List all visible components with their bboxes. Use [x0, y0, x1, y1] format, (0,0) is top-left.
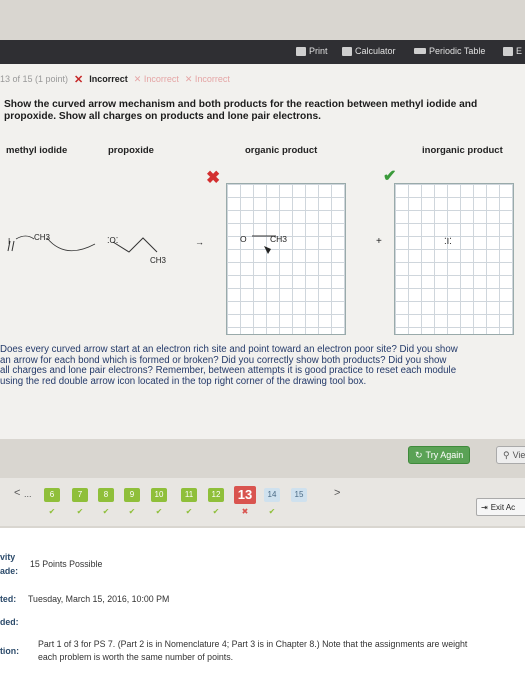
attempt-status: 13 of 15 (1 point) ✕ Incorrect ✕ Incorre… [0, 72, 230, 86]
instructions-label: tion: [0, 646, 20, 656]
page-8[interactable]: 8 [98, 488, 114, 502]
grade-label: ade: [0, 566, 19, 576]
column-propoxide: propoxide [108, 145, 154, 156]
printer-icon [296, 46, 306, 56]
page-14[interactable]: 14 [264, 488, 280, 502]
previous-attempt-2: ✕ Incorrect [133, 73, 179, 84]
periodic-table-label: Periodic Table [429, 46, 486, 56]
exit-label: Exit Ac [490, 502, 516, 512]
plus-sign: + [376, 236, 382, 247]
instructions-line-1: Part 1 of 3 for PS 7. (Part 2 is in Nome… [38, 639, 468, 649]
activity-info: vity 15 Points Possible ade: ted: Tuesda… [0, 528, 525, 700]
periodic-table-button[interactable]: Periodic Table [414, 46, 485, 56]
next-page-button[interactable]: > [334, 487, 340, 499]
exit-icon: ⇥ [481, 502, 488, 512]
check-icon: ✔ [102, 507, 110, 516]
calculator-icon [342, 46, 352, 56]
check-icon: ✔ [155, 507, 163, 516]
column-inorganic-product: inorganic product [422, 145, 503, 156]
view-label: View [512, 450, 525, 460]
pager-ellipsis: ... [24, 489, 32, 499]
incorrect-x-icon: ✕ [74, 73, 84, 86]
inorganic-drawing-area[interactable] [394, 183, 514, 335]
print-label: Print [309, 46, 328, 56]
due-label: ted: [0, 594, 17, 604]
question-text: Show the curved arrow mechanism and both… [4, 99, 478, 122]
calculator-button[interactable]: Calculator [342, 46, 396, 56]
ebook-icon [503, 46, 513, 56]
try-again-button[interactable]: ↻ Try Again [408, 446, 471, 464]
try-again-label: Try Again [425, 450, 464, 460]
bond-line [252, 235, 276, 254]
page-11[interactable]: 11 [181, 488, 197, 502]
page-6[interactable]: 6 [44, 488, 60, 502]
page-7[interactable]: 7 [72, 488, 88, 502]
instructions-line-2: each problem is worth the same number of… [38, 652, 234, 662]
points-text: 13 of 15 (1 point) [0, 74, 69, 84]
feedback-text: Does every curved arrow start at an elec… [0, 344, 458, 387]
incorrect-label: Incorrect [89, 74, 128, 84]
check-icon: ✔ [185, 507, 193, 516]
activity-label: vity [0, 552, 16, 562]
extra-button[interactable]: E [503, 46, 522, 56]
previous-attempt-3: ✕ Incorrect [184, 73, 230, 84]
print-button[interactable]: Print [296, 46, 328, 56]
iodine-atom: I [8, 237, 11, 246]
organic-incorrect-icon: ✖ [206, 168, 221, 187]
check-icon: ✔ [76, 507, 84, 516]
due-date: Tuesday, March 15, 2016, 10:00 PM [28, 594, 170, 604]
view-button[interactable]: ⚲ View [496, 446, 525, 464]
iodide-ion[interactable]: ⁚I⁚ [444, 236, 452, 247]
refresh-icon: ↻ [415, 449, 423, 460]
extra-label: E [516, 46, 523, 56]
column-methyl-iodide: methyl iodide [6, 145, 68, 156]
reaction-arrow: → [195, 237, 204, 247]
oxygen-anion: ⁚O⁚ [107, 236, 119, 245]
organic-drawing-area[interactable] [226, 183, 346, 335]
points-possible: 15 Points Possible [30, 559, 103, 569]
calculator-label: Calculator [355, 46, 396, 56]
check-icon: ✔ [268, 507, 276, 516]
page-10[interactable]: 10 [151, 488, 167, 502]
graded-label: ded: [0, 617, 19, 627]
check-icon: ✔ [48, 507, 56, 516]
methyl-label-b: CH3 [150, 256, 167, 265]
page-15[interactable]: 15 [291, 488, 307, 502]
page-13-current[interactable]: 13 [234, 486, 256, 504]
exit-button[interactable]: ⇥ Exit Ac [476, 498, 525, 516]
check-icon: ✔ [128, 507, 136, 516]
propoxide-structure[interactable] [45, 234, 160, 264]
table-icon [414, 48, 426, 54]
page-9[interactable]: 9 [124, 488, 140, 502]
page-12[interactable]: 12 [208, 488, 224, 502]
incorrect-x-icon: ✖ [241, 507, 249, 516]
check-icon: ✔ [212, 507, 220, 516]
column-organic-product: organic product [245, 145, 318, 156]
view-icon: ⚲ [503, 449, 510, 460]
prev-page-button[interactable]: < [14, 487, 20, 499]
top-toolbar: Print Calculator Periodic Table E [0, 40, 525, 64]
question-pager: < ... 6 7 8 9 10 11 12 13 14 15 > ✔ ✔ ✔ … [0, 478, 525, 526]
